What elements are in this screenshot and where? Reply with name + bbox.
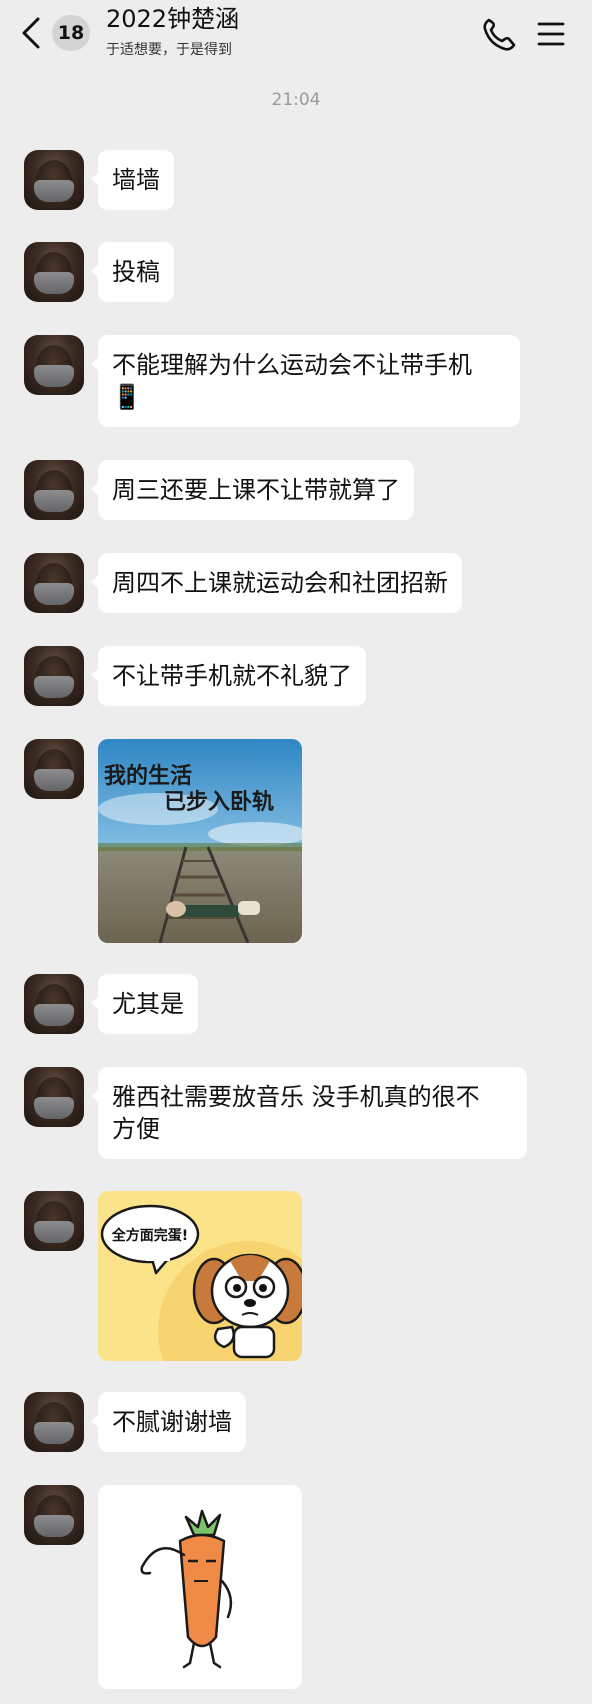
message-bubble[interactable]: 雅西社需要放音乐 没手机真的很不 方便 bbox=[91, 1067, 527, 1159]
message-bubble[interactable]: 尤其是 bbox=[91, 974, 198, 1034]
message-text: 墙墙 bbox=[112, 166, 160, 194]
mobile-phone-emoji: 📱 bbox=[112, 383, 142, 411]
meme-caption-line1: 我的生活 bbox=[104, 763, 192, 789]
sender-avatar[interactable] bbox=[24, 335, 84, 395]
railway-meme-image: 我的生活 已步入卧轨 bbox=[98, 739, 302, 943]
dog-sticker-image: 全方面完蛋! bbox=[100, 1204, 302, 1361]
message-text-line1: 雅西社需要放音乐 没手机真的很不 bbox=[112, 1083, 480, 1111]
message-text: 周三还要上课不让带就算了 bbox=[112, 476, 400, 504]
message-text: 不能理解为什么运动会不让带手机 bbox=[112, 351, 472, 379]
chat-subtitle: 于适想要，于是得到 bbox=[106, 42, 232, 58]
sender-avatar[interactable] bbox=[24, 1067, 84, 1127]
image-message-railway-meme[interactable]: 我的生活 已步入卧轨 bbox=[98, 739, 302, 943]
sender-avatar[interactable] bbox=[24, 242, 84, 302]
message-text: 周四不上课就运动会和社团招新 bbox=[112, 569, 448, 597]
sender-avatar[interactable] bbox=[24, 974, 84, 1034]
sender-avatar[interactable] bbox=[24, 460, 84, 520]
message-bubble[interactable]: 周四不上课就运动会和社团招新 bbox=[91, 553, 462, 613]
message-timestamp: 21:04 bbox=[271, 90, 321, 110]
sender-avatar[interactable] bbox=[24, 1485, 84, 1545]
hamburger-menu-icon bbox=[537, 22, 565, 46]
message-bubble[interactable]: 不让带手机就不礼貌了 bbox=[91, 646, 366, 706]
call-button[interactable] bbox=[480, 14, 518, 54]
message-bubble[interactable]: 周三还要上课不让带就算了 bbox=[91, 460, 414, 520]
unread-count-badge[interactable]: 18 bbox=[52, 15, 90, 51]
message-bubble[interactable]: 不能理解为什么运动会不让带手机 📱 bbox=[91, 335, 520, 427]
back-button[interactable] bbox=[14, 14, 48, 52]
image-message-dog-sticker[interactable]: 全方面完蛋! bbox=[98, 1191, 302, 1361]
message-text: 不让带手机就不礼貌了 bbox=[112, 662, 352, 690]
message-text: 投稿 bbox=[112, 258, 160, 286]
meme-caption-line2: 已步入卧轨 bbox=[164, 789, 274, 815]
image-message-carrot-sticker[interactable] bbox=[98, 1485, 302, 1689]
chevron-left-icon bbox=[22, 17, 40, 49]
message-text: 尤其是 bbox=[112, 990, 184, 1018]
message-text-line2: 方便 bbox=[112, 1115, 160, 1143]
chat-header: 18 2022钟楚涵 于适想要，于是得到 bbox=[0, 0, 592, 70]
sticker-speech-text: 全方面完蛋! bbox=[111, 1227, 188, 1244]
message-bubble[interactable]: 不腻谢谢墙 bbox=[91, 1392, 246, 1452]
sender-avatar[interactable] bbox=[24, 553, 84, 613]
message-bubble[interactable]: 墙墙 bbox=[91, 150, 174, 210]
chat-title: 2022钟楚涵 bbox=[106, 5, 240, 33]
sender-avatar[interactable] bbox=[24, 150, 84, 210]
message-text: 不腻谢谢墙 bbox=[112, 1408, 232, 1436]
phone-icon bbox=[483, 18, 516, 51]
sender-avatar[interactable] bbox=[24, 1392, 84, 1452]
sender-avatar[interactable] bbox=[24, 739, 84, 799]
menu-button[interactable] bbox=[536, 16, 566, 52]
carrot-sticker-image bbox=[140, 1509, 233, 1669]
sender-avatar[interactable] bbox=[24, 1191, 84, 1251]
sender-avatar[interactable] bbox=[24, 646, 84, 706]
message-bubble[interactable]: 投稿 bbox=[91, 242, 174, 302]
